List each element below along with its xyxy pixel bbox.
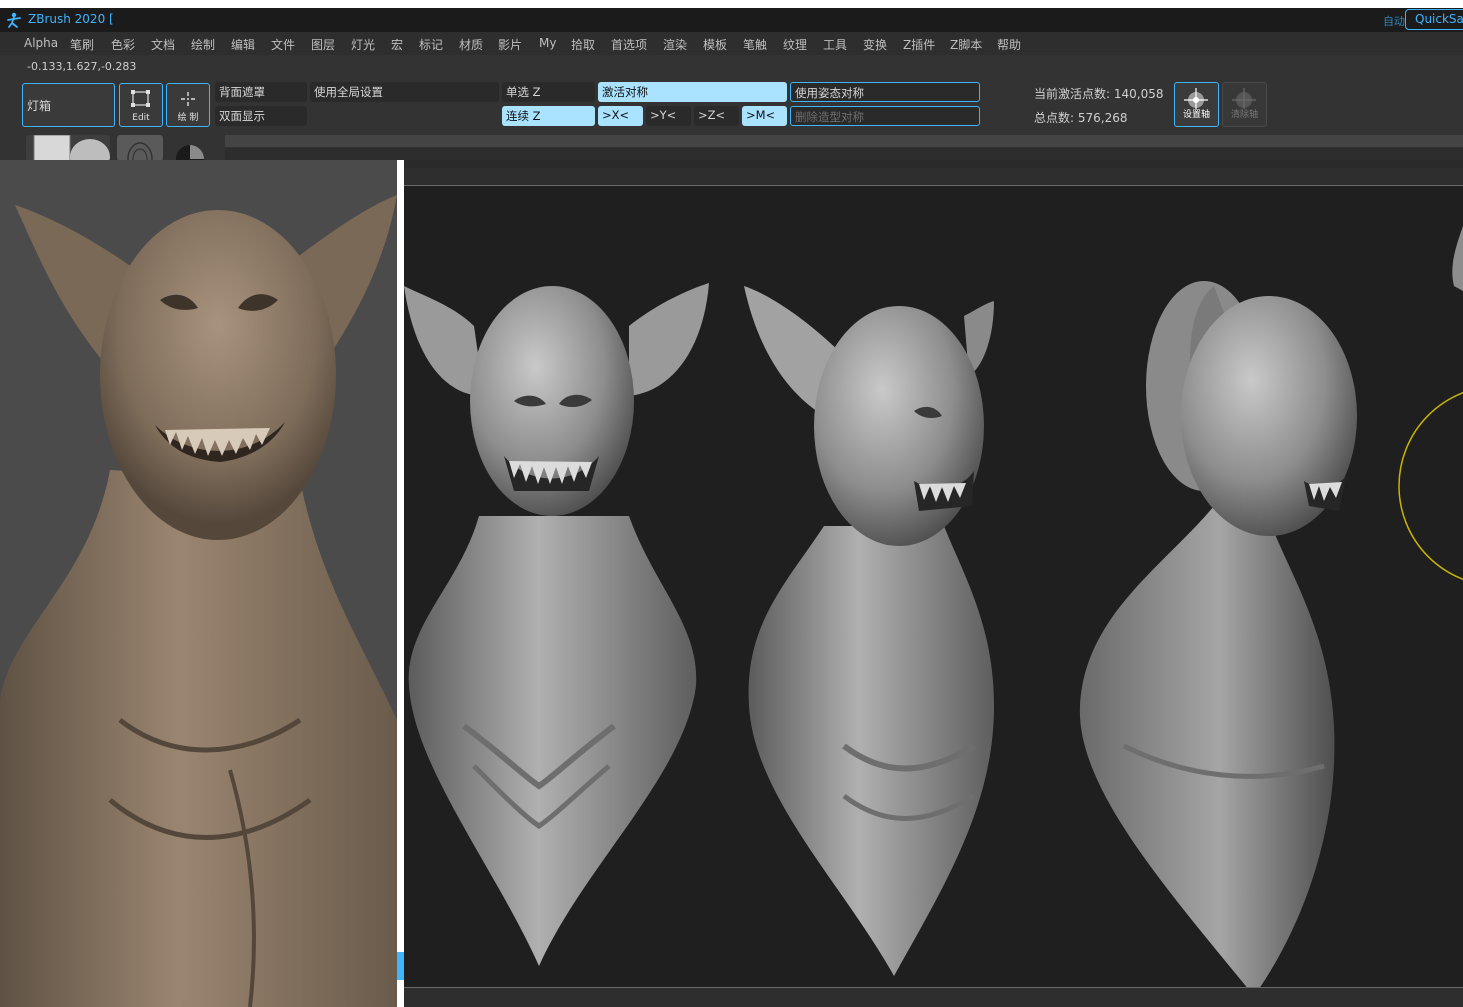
lightbox-button[interactable]: 灯箱 <box>22 83 115 127</box>
single-z-button[interactable]: 单选 Z <box>502 82 595 102</box>
sculpt-models <box>404 186 1463 996</box>
window-top-edge <box>0 0 1463 8</box>
menu-draw[interactable]: 绘制 <box>191 36 215 53</box>
clear-axis-label: 清除轴 <box>1230 110 1258 120</box>
menu-picker[interactable]: 拾取 <box>571 36 595 53</box>
material-thumbnail[interactable] <box>26 135 110 161</box>
use-global-settings-button[interactable]: 使用全局设置 <box>310 82 499 102</box>
app-title: ZBrush 2020 [ <box>28 12 114 26</box>
menu-alpha[interactable]: Alpha <box>24 36 58 50</box>
use-posable-symmetry-button[interactable]: 使用姿态对称 <box>790 82 980 102</box>
menu-document[interactable]: 文档 <box>151 36 175 53</box>
menu-edit[interactable]: 编辑 <box>231 36 255 53</box>
activate-symmetry-button[interactable]: 激活对称 <box>598 82 787 102</box>
menu-render[interactable]: 渲染 <box>663 36 687 53</box>
cursor-coordinates: -0.133,1.627,-0.283 <box>27 60 137 73</box>
menu-marker[interactable]: 标记 <box>419 36 443 53</box>
continuous-z-button[interactable]: 连续 Z <box>502 106 595 126</box>
color-swatch-icon[interactable] <box>170 135 210 161</box>
edit-button[interactable]: Edit <box>119 83 163 127</box>
menu-macro[interactable]: 宏 <box>391 36 403 53</box>
edit-mode-icon <box>131 90 150 107</box>
delete-posable-symmetry-button[interactable]: 删除造型对称 <box>790 106 980 126</box>
z-axis-button[interactable]: >Z< <box>694 106 739 126</box>
menu-tool[interactable]: 工具 <box>823 36 847 53</box>
set-axis-button[interactable]: 设置轴 <box>1174 82 1219 127</box>
menu-light[interactable]: 灯光 <box>351 36 375 53</box>
draw-button[interactable]: 绘 制 <box>166 83 210 127</box>
m-axis-button[interactable]: >M< <box>742 106 787 126</box>
reference-sculpt-image <box>0 160 397 1007</box>
quicksave-button[interactable]: QuickSave <box>1405 9 1463 30</box>
active-points-count: 当前激活点数: 140,058 <box>1034 87 1164 101</box>
menu-layer[interactable]: 图层 <box>311 36 335 53</box>
x-axis-button[interactable]: >X< <box>598 106 643 126</box>
menu-material[interactable]: 材质 <box>459 36 483 53</box>
menu-preferences[interactable]: 首选项 <box>611 36 647 53</box>
viewport-top-bar <box>404 160 1463 168</box>
splitter-scroll-thumb[interactable] <box>397 952 404 980</box>
reference-image-panel <box>0 160 397 1007</box>
sculpt-canvas[interactable] <box>404 185 1463 996</box>
menu-brush[interactable]: 笔刷 <box>70 36 94 53</box>
double-sided-button[interactable]: 双面显示 <box>215 106 307 126</box>
menu-help[interactable]: 帮助 <box>997 36 1021 53</box>
set-axis-label: 设置轴 <box>1182 110 1210 120</box>
menu-file[interactable]: 文件 <box>271 36 295 53</box>
panel-splitter[interactable] <box>397 160 404 1007</box>
document-viewport[interactable] <box>404 160 1463 1007</box>
menu-my[interactable]: My <box>539 36 556 50</box>
menu-bar: Alpha 笔刷 色彩 文档 绘制 编辑 文件 图层 灯光 宏 标记 材质 影片… <box>0 32 1463 55</box>
canvas-ruler-strip <box>225 148 1463 160</box>
clear-axis-button[interactable]: 清除轴 <box>1222 82 1267 127</box>
menu-stencil[interactable]: 模板 <box>703 36 727 53</box>
menu-movie[interactable]: 影片 <box>498 36 522 53</box>
menu-zscript[interactable]: Z脚本 <box>950 36 982 53</box>
menu-texture[interactable]: 纹理 <box>783 36 807 53</box>
backface-mask-button[interactable]: 背面遮罩 <box>215 82 307 102</box>
top-shelf: -0.133,1.627,-0.283 灯箱 Edit 绘 制 背面遮罩 双面显… <box>0 55 1463 176</box>
autosave-label: 自动 <box>1383 15 1405 28</box>
edit-label: Edit <box>132 113 150 123</box>
menu-color[interactable]: 色彩 <box>111 36 135 53</box>
y-axis-button[interactable]: >Y< <box>646 106 691 126</box>
canvas-ruler <box>225 135 1463 147</box>
draw-label: 绘 制 <box>177 113 199 123</box>
menu-transform[interactable]: 变换 <box>863 36 887 53</box>
total-points-count: 总点数: 576,268 <box>1034 111 1128 125</box>
zbrush-logo-icon <box>7 12 21 28</box>
title-bar: ZBrush 2020 [ 自动 QuickSave <box>0 8 1463 32</box>
brush-thumbnail[interactable] <box>117 135 163 176</box>
menu-stroke[interactable]: 笔触 <box>743 36 767 53</box>
menu-zplugin[interactable]: Z插件 <box>903 36 935 53</box>
